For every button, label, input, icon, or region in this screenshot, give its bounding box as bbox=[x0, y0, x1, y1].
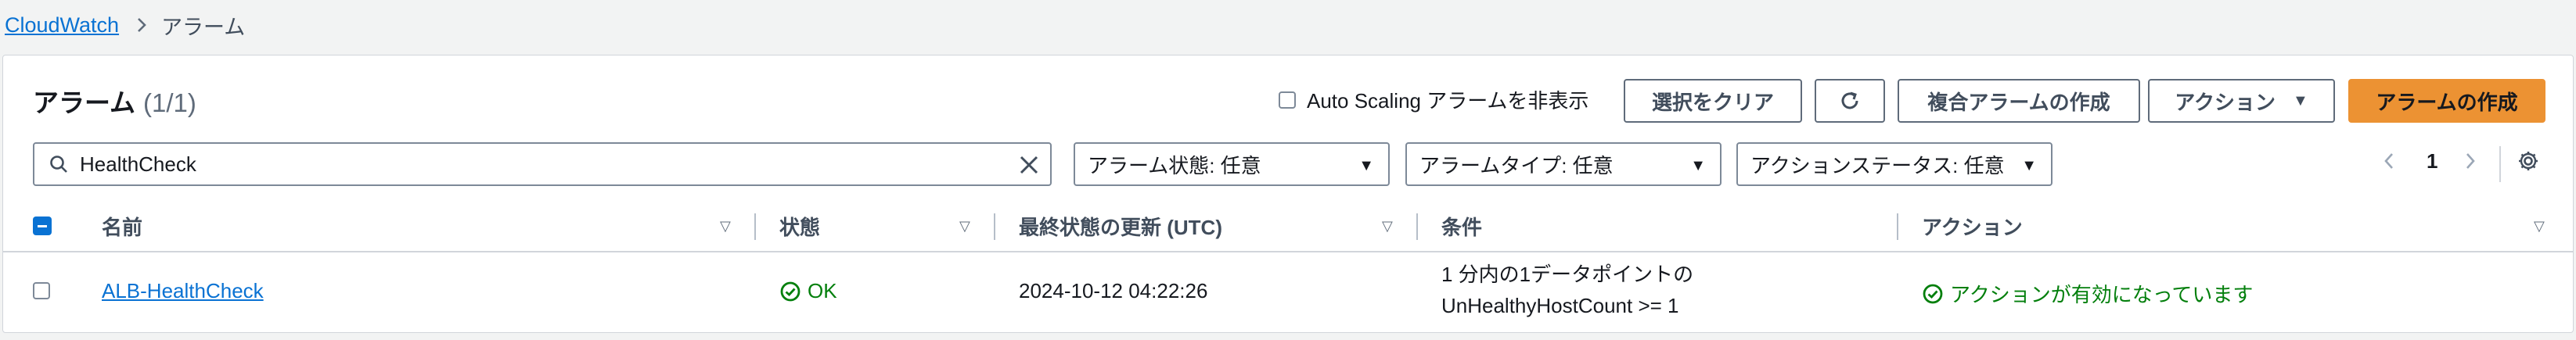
last-update-value: 2024-10-12 04:22:26 bbox=[1019, 279, 1208, 302]
search-icon bbox=[49, 154, 69, 174]
condition-line-1: 1 分内の1データポイントの bbox=[1441, 263, 1694, 286]
create-alarm-button[interactable]: アラームの作成 bbox=[2348, 79, 2545, 123]
caret-down-icon: ▼ bbox=[2021, 157, 2037, 174]
actions-dropdown-button[interactable]: アクション ▼ bbox=[2148, 79, 2335, 123]
alarm-count: (1/1) bbox=[143, 88, 196, 117]
condition-line-2: UnHealthyHostCount >= 1 bbox=[1441, 294, 1679, 317]
alarm-name-link[interactable]: ALB-HealthCheck bbox=[102, 279, 264, 303]
column-divider[interactable] bbox=[754, 213, 756, 240]
actions-dropdown-label: アクション bbox=[2175, 90, 2276, 114]
panel-title: アラーム (1/1) bbox=[33, 82, 196, 120]
next-page-icon[interactable] bbox=[2463, 149, 2477, 177]
action-status-filter[interactable]: アクションステータス: 任意 ▼ bbox=[1736, 142, 2053, 186]
check-circle-icon bbox=[780, 281, 801, 301]
column-divider[interactable] bbox=[1416, 213, 1418, 240]
table-header: 名前 ▽ 状態 ▽ 最終状態の更新 (UTC) ▽ 条件 アクション ▽ bbox=[3, 201, 2573, 252]
previous-page-icon[interactable] bbox=[2382, 149, 2396, 177]
column-header-actions[interactable]: アクション bbox=[1922, 201, 2023, 251]
condition-cell: 1 分内の1データポイントの UnHealthyHostCount >= 1 bbox=[1441, 259, 1693, 321]
caret-down-icon: ▼ bbox=[2292, 91, 2308, 109]
status-text: OK bbox=[808, 279, 837, 302]
chevron-right-icon bbox=[135, 16, 149, 34]
column-header-name[interactable]: 名前 bbox=[102, 201, 142, 251]
alarm-type-filter[interactable]: アラームタイプ: 任意 ▼ bbox=[1405, 142, 1722, 186]
clear-selection-button[interactable]: 選択をクリア bbox=[1624, 79, 1802, 123]
row-checkbox[interactable] bbox=[33, 282, 50, 299]
caret-down-icon: ▼ bbox=[1690, 157, 1706, 174]
column-divider[interactable] bbox=[1897, 213, 1898, 240]
search-input[interactable]: HealthCheck bbox=[33, 142, 1052, 186]
alarm-type-filter-value: アラームタイプ: 任意 bbox=[1419, 153, 1614, 177]
create-composite-alarm-button[interactable]: 複合アラームの作成 bbox=[1898, 79, 2140, 123]
panel-title-text: アラーム bbox=[33, 88, 136, 117]
alarm-state-filter[interactable]: アラーム状態: 任意 ▼ bbox=[1074, 142, 1390, 186]
gear-icon[interactable] bbox=[2517, 149, 2540, 177]
actions-status: アクションが有効になっています bbox=[1922, 279, 2253, 308]
sort-icon[interactable]: ▽ bbox=[720, 218, 731, 234]
caret-down-icon: ▼ bbox=[1358, 157, 1374, 174]
breadcrumb-cloudwatch-link[interactable]: CloudWatch bbox=[5, 13, 119, 38]
check-circle-icon bbox=[1923, 284, 1943, 303]
column-divider[interactable] bbox=[994, 213, 995, 240]
hide-autoscaling-toggle[interactable]: Auto Scaling アラームを非表示 bbox=[1279, 85, 1588, 114]
alarms-panel: アラーム (1/1) Auto Scaling アラームを非表示 選択をクリア 複… bbox=[2, 55, 2574, 333]
clear-search-icon[interactable] bbox=[1017, 153, 1041, 177]
pagination-divider bbox=[2499, 146, 2501, 182]
column-header-condition[interactable]: 条件 bbox=[1441, 201, 1482, 251]
sort-icon[interactable]: ▽ bbox=[1382, 218, 1393, 234]
breadcrumb-current: アラーム bbox=[161, 15, 246, 39]
alarm-state-filter-value: アラーム状態: 任意 bbox=[1088, 153, 1261, 177]
column-header-last-update[interactable]: 最終状態の更新 (UTC) bbox=[1019, 201, 1222, 251]
actions-status-text: アクションが有効になっています bbox=[1950, 283, 2254, 306]
current-page-number[interactable]: 1 bbox=[2427, 149, 2437, 174]
select-all-checkbox[interactable] bbox=[33, 217, 52, 235]
sort-icon[interactable]: ▽ bbox=[2534, 218, 2545, 234]
column-header-state[interactable]: 状態 bbox=[779, 201, 820, 251]
action-status-filter-value: アクションステータス: 任意 bbox=[1750, 153, 2005, 177]
refresh-icon bbox=[1837, 88, 1862, 113]
sort-icon[interactable]: ▽ bbox=[959, 218, 970, 234]
hide-autoscaling-checkbox[interactable] bbox=[1279, 91, 1296, 109]
status-badge: OK bbox=[779, 279, 837, 303]
refresh-button[interactable] bbox=[1815, 79, 1885, 123]
hide-autoscaling-label: Auto Scaling アラームを非表示 bbox=[1307, 89, 1589, 113]
search-value: HealthCheck bbox=[80, 152, 196, 176]
breadcrumb: CloudWatch アラーム bbox=[5, 8, 245, 42]
table-row: ALB-HealthCheck OK 2024-10-12 04:22:26 1… bbox=[3, 252, 2573, 331]
